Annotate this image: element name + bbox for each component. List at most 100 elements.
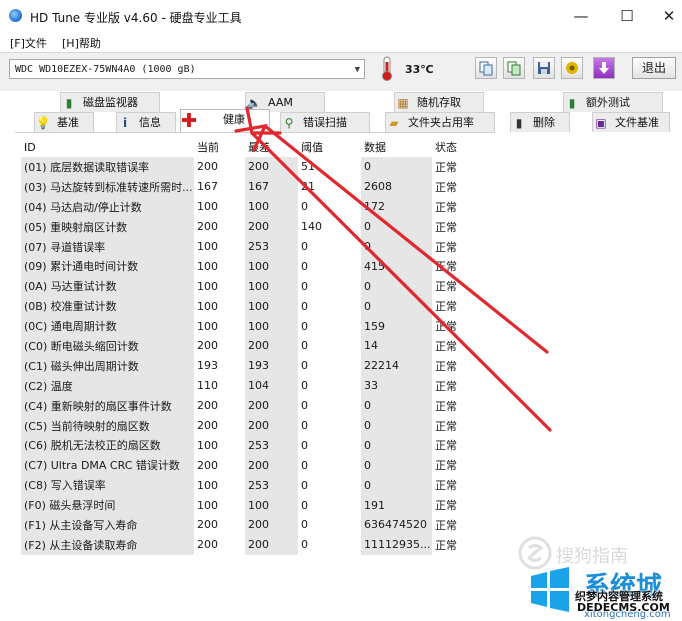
random-access-icon: ▦ xyxy=(397,96,409,110)
raw-data-cell: 636474520 xyxy=(361,515,432,535)
table-row[interactable]: (0B) 校准重试计数 100 100 0 0 正常 xyxy=(21,296,471,317)
table-header-row: ID 当前 最差 阈值 数据 状态 xyxy=(21,137,471,157)
raw-data-cell: 0 xyxy=(361,475,432,496)
tab-extra-tests[interactable]: ▮ 额外测试 xyxy=(563,92,663,112)
table-row[interactable]: (C7) Ultra DMA CRC 错误计数 200 200 0 0 正常 xyxy=(21,455,471,476)
chevron-down-icon: ▼ xyxy=(354,65,360,75)
current-value-cell: 100 xyxy=(197,438,218,452)
column-header-status[interactable]: 状态 xyxy=(432,137,471,157)
save-icon xyxy=(538,62,550,74)
status-cell: 正常 xyxy=(435,300,457,314)
tab-benchmark[interactable]: 💡 基准 xyxy=(34,112,94,132)
window-title: HD Tune 专业版 v4.60 - 硬盘专业工具 xyxy=(30,11,242,25)
raw-data-cell: 415 xyxy=(361,256,432,277)
trash-icon: ▮ xyxy=(515,116,523,130)
threshold-cell: 51 xyxy=(301,160,315,174)
tab-info[interactable]: i 信息 xyxy=(116,112,176,132)
menu-file[interactable]: [F]文件 xyxy=(10,35,47,51)
attribute-id-cell: (C6) 脱机无法校正的扇区数 xyxy=(21,435,194,456)
status-cell: 正常 xyxy=(435,439,457,453)
table-row[interactable]: (0A) 马达重试计数 100 100 0 0 正常 xyxy=(21,276,471,297)
menu-bar: [F]文件 [H]帮助 xyxy=(0,32,682,52)
table-row[interactable]: (09) 累计通电时间计数 100 100 0 415 正常 xyxy=(21,256,471,277)
column-header-id[interactable]: ID xyxy=(21,137,194,157)
tab-disk-monitor[interactable]: ▮ 磁盘监视器 xyxy=(60,92,160,112)
worst-value-cell: 100 xyxy=(245,276,298,297)
table-row[interactable]: (C1) 磁头伸出周期计数 193 193 0 22214 正常 xyxy=(21,355,471,376)
status-cell: 正常 xyxy=(435,359,457,373)
copy-screen-button[interactable] xyxy=(503,57,525,79)
windows-logo-icon xyxy=(531,567,569,612)
save-button[interactable] xyxy=(533,57,555,79)
info-icon: i xyxy=(122,116,128,130)
table-row[interactable]: (C6) 脱机无法校正的扇区数 100 253 0 0 正常 xyxy=(21,435,471,456)
attribute-id-cell: (0A) 马达重试计数 xyxy=(21,276,194,297)
worst-value-cell: 200 xyxy=(245,216,298,237)
tab-file-benchmark[interactable]: ▣ 文件基准 xyxy=(592,112,670,132)
attribute-id-cell: (F1) 从主设备写入寿命 xyxy=(21,515,194,535)
table-row[interactable]: (F1) 从主设备写入寿命 200 200 0 636474520 正常 xyxy=(21,515,471,535)
minimize-button[interactable]: — xyxy=(566,4,596,28)
threshold-cell: 0 xyxy=(301,379,308,393)
close-button[interactable]: ✕ xyxy=(654,4,682,28)
current-value-cell: 200 xyxy=(197,458,218,472)
toolbar: WDC WD10EZEX-75WN4A0 (1000 gB) ▼ 33℃ 退出 xyxy=(0,52,682,91)
table-row[interactable]: (C0) 断电磁头缩回计数 200 200 0 14 正常 xyxy=(21,336,471,356)
column-header-current[interactable]: 当前 xyxy=(194,137,245,157)
table-row[interactable]: (F2) 从主设备读取寿命 200 200 0 11112935... 正常 xyxy=(21,534,471,555)
tab-random-access[interactable]: ▦ 随机存取 xyxy=(394,92,484,112)
current-value-cell: 200 xyxy=(197,339,218,353)
drive-select[interactable]: WDC WD10EZEX-75WN4A0 (1000 gB) ▼ xyxy=(9,59,365,79)
status-cell: 正常 xyxy=(435,200,457,214)
smart-table: ID 当前 最差 阈值 数据 状态 (01) 底层数据读取错误率 200 200 51… xyxy=(21,137,471,555)
table-row[interactable]: (05) 重映射扇区计数 200 200 140 0 正常 xyxy=(21,216,471,237)
menu-help[interactable]: [H]帮助 xyxy=(62,35,101,51)
status-cell: 正常 xyxy=(435,518,457,532)
magnifier-icon: ⚲ xyxy=(284,116,294,130)
attribute-id-cell: (C8) 写入错误率 xyxy=(21,475,194,496)
copy-button[interactable] xyxy=(475,57,497,79)
table-row[interactable]: (F0) 磁头悬浮时间 100 100 0 191 正常 xyxy=(21,495,471,516)
table-row[interactable]: (01) 底层数据读取错误率 200 200 51 0 正常 xyxy=(21,157,471,177)
threshold-cell: 0 xyxy=(301,240,308,253)
table-row[interactable]: (04) 马达启动/停止计数 100 100 0 172 正常 xyxy=(21,196,471,217)
attribute-id-cell: (C4) 重新映射的扇区事件计数 xyxy=(21,395,194,416)
status-cell: 正常 xyxy=(435,499,457,513)
threshold-cell: 140 xyxy=(301,220,322,234)
options-button[interactable] xyxy=(561,57,583,79)
table-row[interactable]: (C5) 当前待映射的扇区数 200 200 0 0 正常 xyxy=(21,415,471,436)
maximize-button[interactable]: ☐ xyxy=(612,4,642,28)
hdtune-app-icon xyxy=(9,9,22,22)
tab-error-scan[interactable]: ⚲ 错误扫描 xyxy=(280,112,370,132)
table-row[interactable]: (C2) 温度 110 104 0 33 正常 xyxy=(21,375,471,396)
status-cell: 正常 xyxy=(435,479,457,493)
attribute-id-cell: (04) 马达启动/停止计数 xyxy=(21,196,194,217)
download-button[interactable] xyxy=(593,57,615,79)
column-header-data[interactable]: 数据 xyxy=(361,137,432,157)
current-value-cell: 100 xyxy=(197,259,218,273)
attribute-id-cell: (0C) 通电周期计数 xyxy=(21,316,194,337)
tab-delete[interactable]: ▮ 删除 xyxy=(510,112,570,132)
exit-button[interactable]: 退出 xyxy=(632,57,676,79)
table-row[interactable]: (03) 马达旋转到标准转速所需时... 167 167 21 2608 正常 xyxy=(21,176,471,197)
attribute-id-cell: (0B) 校准重试计数 xyxy=(21,296,194,317)
raw-data-cell: 14 xyxy=(361,336,432,356)
table-row[interactable]: (0C) 通电周期计数 100 100 0 159 正常 xyxy=(21,316,471,337)
attribute-id-cell: (C2) 温度 xyxy=(21,375,194,396)
threshold-cell: 0 xyxy=(301,299,308,313)
status-cell: 正常 xyxy=(435,240,457,254)
raw-data-cell: 33 xyxy=(361,375,432,396)
column-header-worst[interactable]: 最差 xyxy=(245,137,298,157)
raw-data-cell: 0 xyxy=(361,455,432,476)
tab-folder-usage[interactable]: ▰ 文件夹占用率 xyxy=(385,112,495,132)
table-row[interactable]: (C8) 写入错误率 100 253 0 0 正常 xyxy=(21,475,471,496)
tab-health[interactable]: 健康 xyxy=(180,109,270,132)
table-row[interactable]: (07) 寻道错误率 100 253 0 0 正常 xyxy=(21,236,471,257)
raw-data-cell: 172 xyxy=(361,196,432,217)
column-header-threshold[interactable]: 阈值 xyxy=(298,137,361,157)
table-row[interactable]: (C4) 重新映射的扇区事件计数 200 200 0 0 正常 xyxy=(21,395,471,416)
current-value-cell: 200 xyxy=(197,518,218,532)
worst-value-cell: 100 xyxy=(245,256,298,277)
worst-value-cell: 100 xyxy=(245,495,298,516)
attribute-id-cell: (09) 累计通电时间计数 xyxy=(21,256,194,277)
